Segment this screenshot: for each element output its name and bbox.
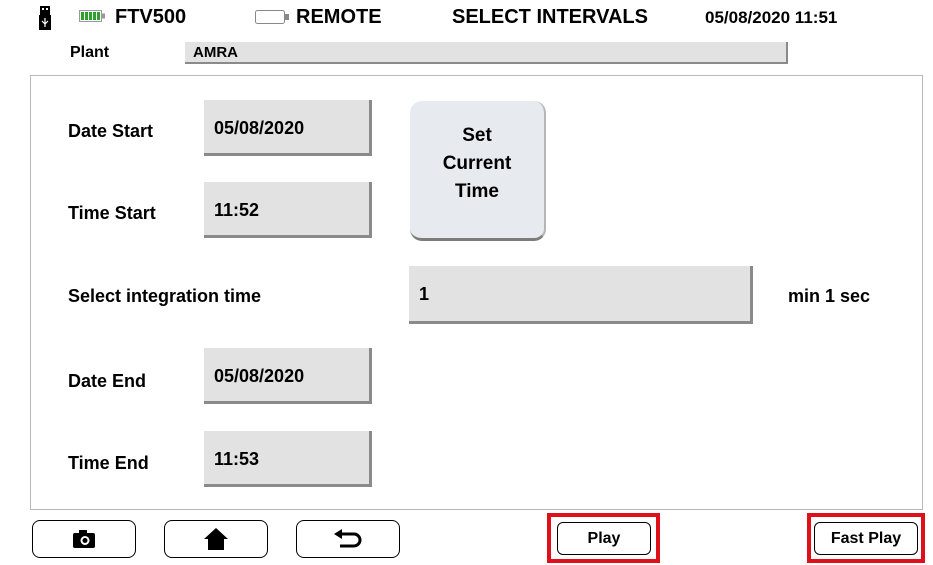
status-header: FTV500 REMOTE SELECT INTERVALS 05/08/202… (27, 0, 927, 70)
screenshot-button[interactable] (32, 520, 136, 558)
camera-icon (73, 530, 95, 548)
set-current-time-button[interactable]: Set Current Time (410, 101, 546, 241)
device-name: FTV500 (115, 6, 187, 28)
header-datetime: 05/08/2020 11:51 (705, 8, 838, 27)
set-current-time-line1: Set (462, 124, 492, 146)
battery-icon (255, 10, 289, 24)
integration-time-field[interactable]: 1 (409, 266, 753, 324)
back-button[interactable] (296, 520, 400, 558)
plant-field[interactable]: AMRA (185, 42, 788, 64)
back-icon (334, 529, 362, 548)
usb-icon (39, 6, 51, 30)
play-button[interactable]: Play (557, 522, 651, 555)
integration-time-unit: min 1 sec (788, 286, 871, 306)
time-start-field[interactable]: 11:52 (204, 182, 372, 238)
set-current-time-line3: Time (454, 180, 499, 202)
time-end-label: Time End (68, 453, 149, 473)
date-start-label: Date Start (68, 121, 154, 141)
fast-play-button[interactable]: Fast Play (814, 522, 918, 555)
date-start-field[interactable]: 05/08/2020 (204, 100, 372, 156)
connection-mode: REMOTE (296, 6, 382, 28)
date-end-label: Date End (68, 371, 147, 391)
integration-time-label: Select integration time (68, 286, 262, 306)
date-end-field[interactable]: 05/08/2020 (204, 348, 372, 404)
time-end-field[interactable]: 11:53 (204, 431, 372, 487)
set-current-time-line2: Current (442, 152, 512, 174)
home-button[interactable] (164, 520, 268, 558)
battery-icon (79, 10, 105, 22)
interval-form-panel: Date Start 05/08/2020 Time Start 11:52 S… (30, 75, 923, 510)
page-title: SELECT INTERVALS (452, 6, 648, 28)
time-start-label: Time Start (68, 203, 156, 223)
home-icon (204, 528, 228, 550)
instrument-screen: FTV500 REMOTE SELECT INTERVALS 05/08/202… (27, 0, 927, 565)
plant-label: Plant (70, 44, 110, 61)
